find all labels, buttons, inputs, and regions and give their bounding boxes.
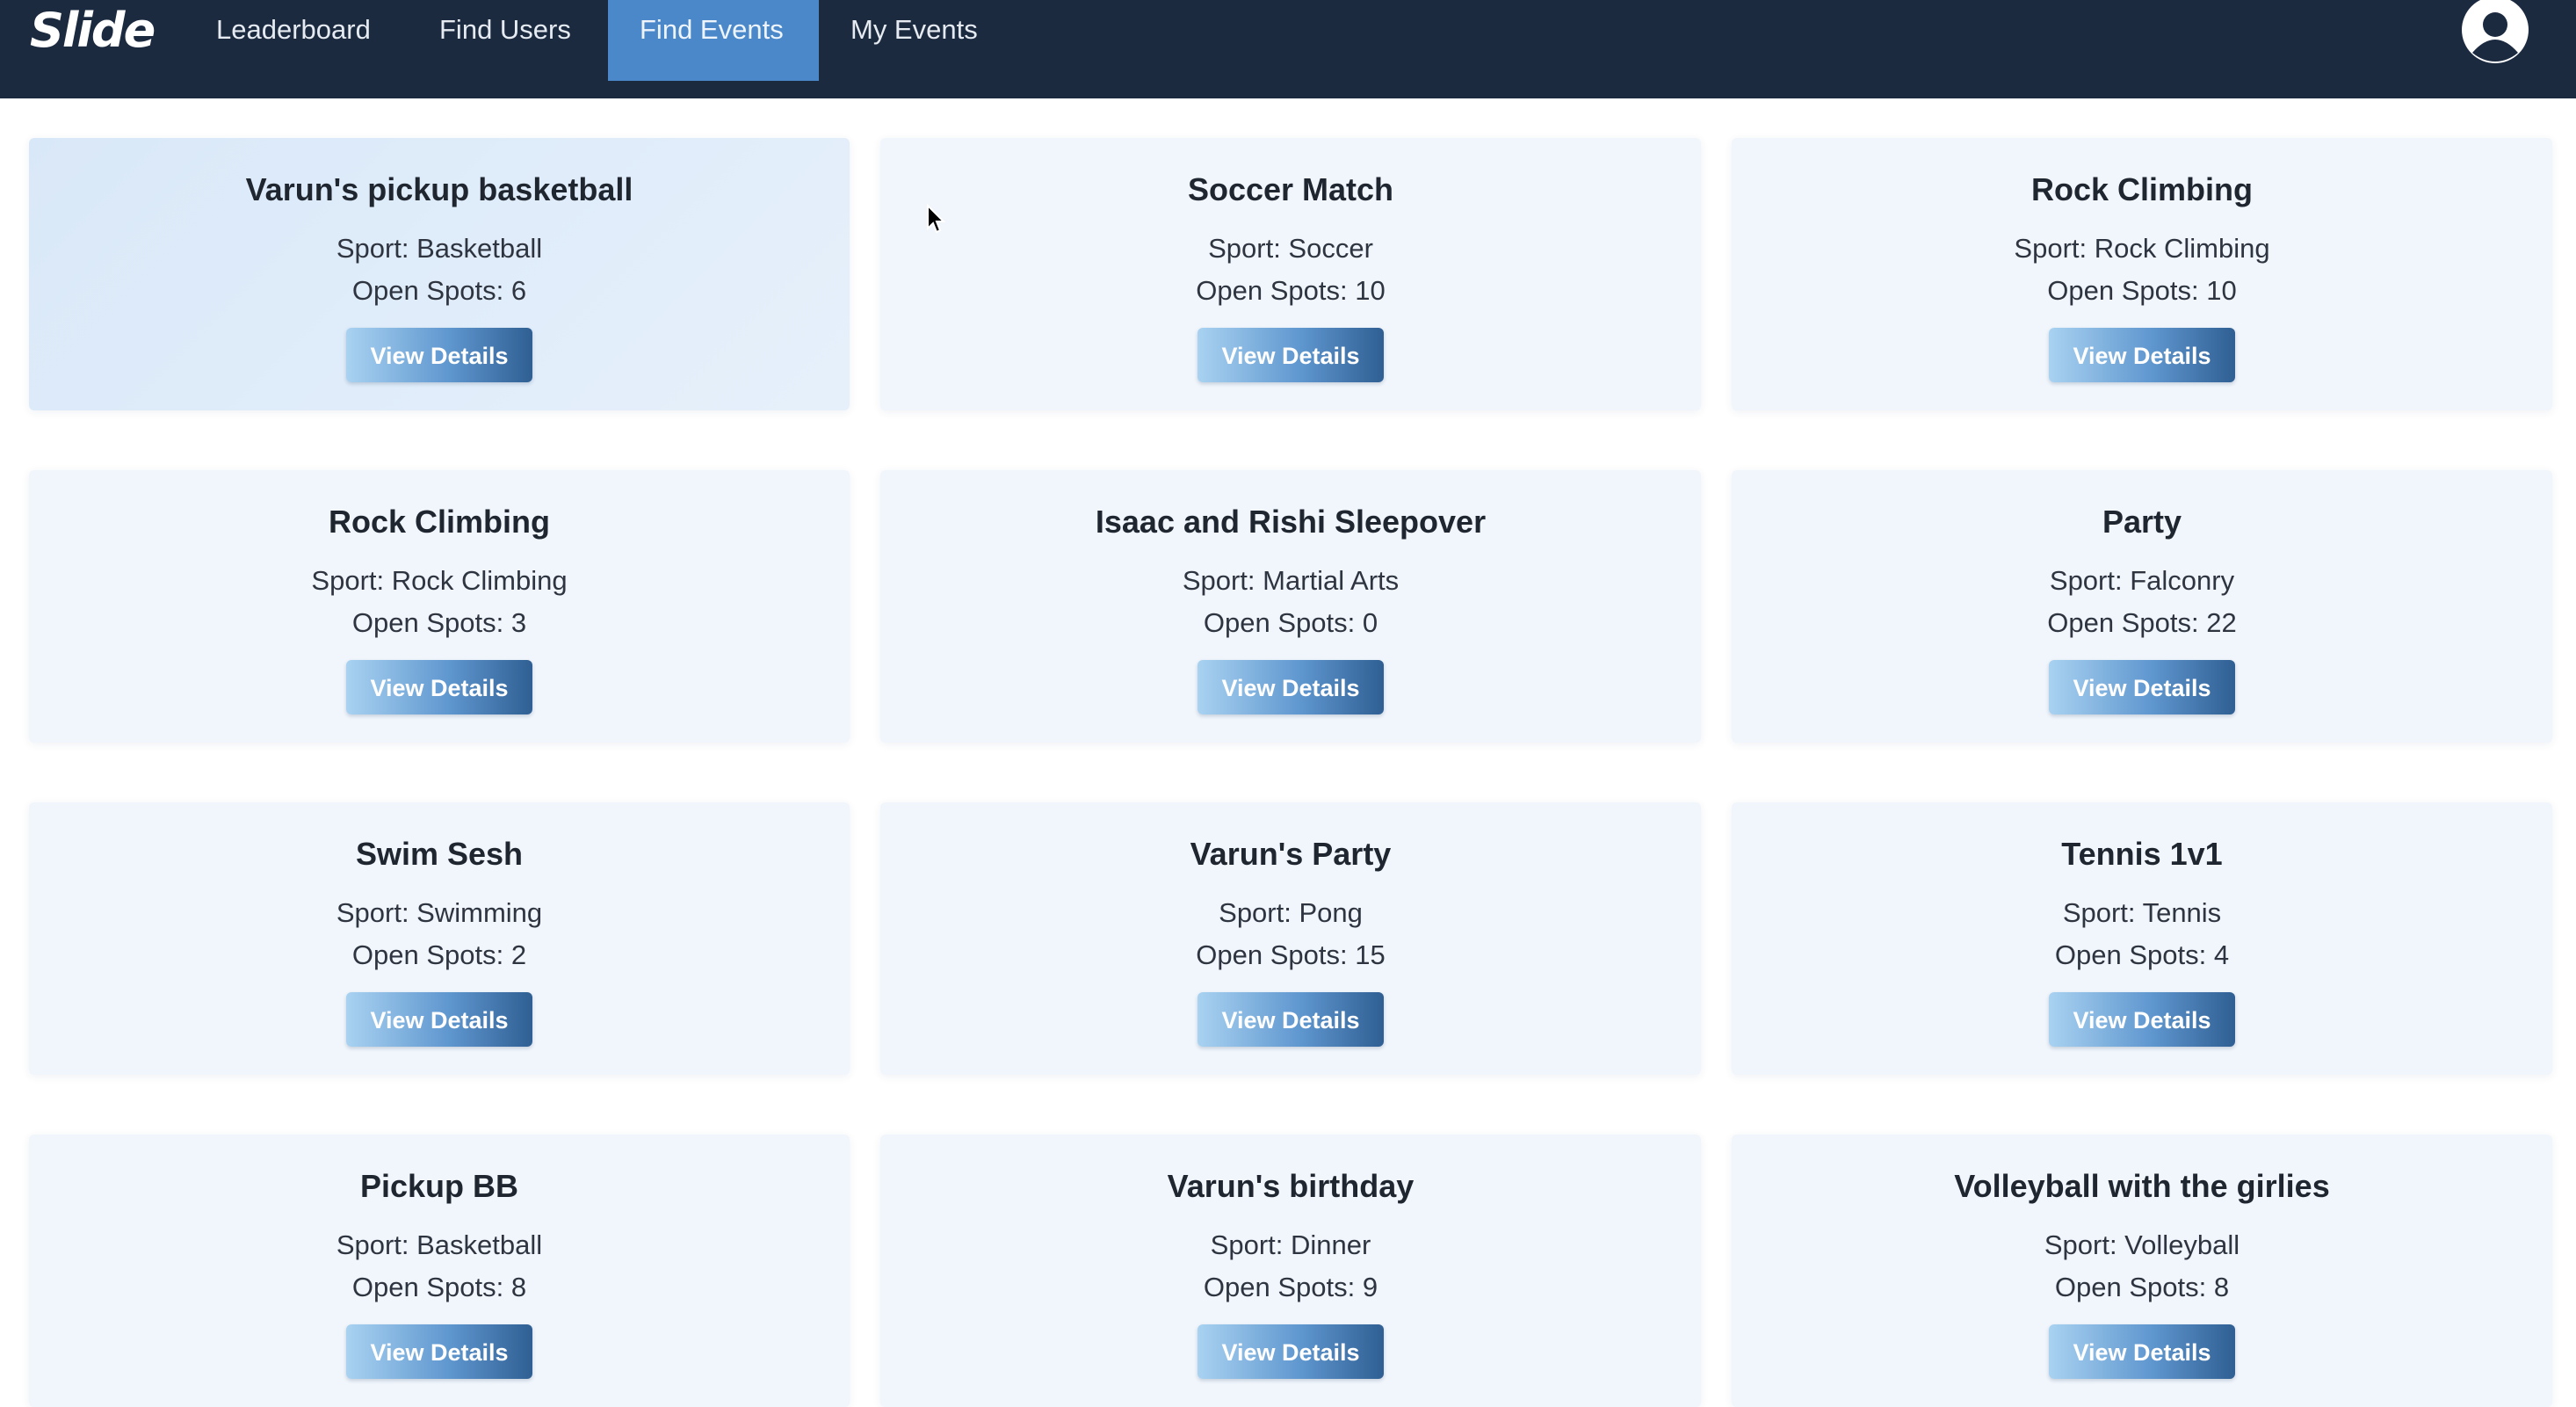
view-details-button[interactable]: View Details <box>1198 660 1384 714</box>
view-details-button[interactable]: View Details <box>346 660 532 714</box>
event-card: Isaac and Rishi Sleepover Sport: Martial… <box>880 470 1701 743</box>
view-details-button[interactable]: View Details <box>1198 992 1384 1047</box>
event-sport: Sport: Falconry <box>2049 565 2235 596</box>
view-details-button[interactable]: View Details <box>1198 328 1384 382</box>
event-open-spots: Open Spots: 3 <box>351 607 527 638</box>
event-card: Varun's Party Sport: Pong Open Spots: 15… <box>880 802 1701 1075</box>
event-title: Soccer Match <box>1187 171 1394 207</box>
event-sport: Sport: Pong <box>1219 897 1363 928</box>
event-title: Rock Climbing <box>2030 171 2254 207</box>
event-card: Tennis 1v1 Sport: Tennis Open Spots: 4 V… <box>1732 802 2552 1075</box>
nav-item-find-events[interactable]: Find Events <box>608 0 819 81</box>
event-open-spots: Open Spots: 10 <box>2047 275 2237 306</box>
event-open-spots: Open Spots: 9 <box>1203 1272 1378 1302</box>
view-details-button[interactable]: View Details <box>2049 660 2235 714</box>
event-open-spots: Open Spots: 10 <box>1196 275 1386 306</box>
profile-button[interactable] <box>2458 0 2532 65</box>
event-sport: Sport: Soccer <box>1208 233 1373 264</box>
event-sport: Sport: Rock Climbing <box>2014 233 2270 264</box>
event-open-spots: Open Spots: 8 <box>2054 1272 2230 1302</box>
event-card: Party Sport: Falconry Open Spots: 22 Vie… <box>1732 470 2552 743</box>
event-title: Isaac and Rishi Sleepover <box>1095 504 1487 540</box>
view-details-button[interactable]: View Details <box>346 1324 532 1379</box>
event-card: Swim Sesh Sport: Swimming Open Spots: 2 … <box>29 802 850 1075</box>
event-sport: Sport: Dinner <box>1210 1229 1371 1260</box>
event-title: Tennis 1v1 <box>2061 836 2223 872</box>
event-title: Varun's birthday <box>1167 1168 1415 1204</box>
nav-item-find-users[interactable]: Find Users <box>408 0 608 81</box>
view-details-button[interactable]: View Details <box>2049 1324 2235 1379</box>
event-open-spots: Open Spots: 8 <box>351 1272 527 1302</box>
event-sport: Sport: Volleyball <box>2044 1229 2240 1260</box>
event-open-spots: Open Spots: 15 <box>1196 939 1386 970</box>
event-title: Volleyball with the girlies <box>1954 1168 2330 1204</box>
view-details-button[interactable]: View Details <box>2049 992 2235 1047</box>
event-open-spots: Open Spots: 0 <box>1203 607 1378 638</box>
event-card: Rock Climbing Sport: Rock Climbing Open … <box>29 470 850 743</box>
event-card: Varun's birthday Sport: Dinner Open Spot… <box>880 1135 1701 1407</box>
event-open-spots: Open Spots: 22 <box>2047 607 2237 638</box>
view-details-button[interactable]: View Details <box>346 328 532 382</box>
nav-item-my-events[interactable]: My Events <box>819 0 1012 81</box>
event-title: Rock Climbing <box>328 504 551 540</box>
event-card: Volleyball with the girlies Sport: Volle… <box>1732 1135 2552 1407</box>
view-details-button[interactable]: View Details <box>346 992 532 1047</box>
user-avatar-icon <box>2462 0 2529 63</box>
event-sport: Sport: Rock Climbing <box>311 565 568 596</box>
event-open-spots: Open Spots: 2 <box>351 939 527 970</box>
view-details-button[interactable]: View Details <box>1198 1324 1384 1379</box>
mouse-cursor-icon <box>927 204 945 234</box>
app-logo[interactable]: Slide <box>30 4 156 58</box>
event-card: Rock Climbing Sport: Rock Climbing Open … <box>1732 138 2552 410</box>
event-title: Pickup BB <box>359 1168 519 1204</box>
event-title: Varun's pickup basketball <box>245 171 633 207</box>
event-card: Soccer Match Sport: Soccer Open Spots: 1… <box>880 138 1701 410</box>
event-sport: Sport: Martial Arts <box>1182 565 1400 596</box>
event-sport: Sport: Swimming <box>336 897 543 928</box>
event-open-spots: Open Spots: 6 <box>351 275 527 306</box>
event-sport: Sport: Basketball <box>336 233 543 264</box>
top-navbar: Slide Leaderboard Find Users Find Events… <box>0 0 2576 98</box>
event-title: Party <box>2102 504 2182 540</box>
view-details-button[interactable]: View Details <box>2049 328 2235 382</box>
nav-item-leaderboard[interactable]: Leaderboard <box>185 0 408 81</box>
event-title: Varun's Party <box>1190 836 1392 872</box>
event-sport: Sport: Basketball <box>336 1229 543 1260</box>
event-open-spots: Open Spots: 4 <box>2054 939 2230 970</box>
event-sport: Sport: Tennis <box>2062 897 2222 928</box>
event-card: Varun's pickup basketball Sport: Basketb… <box>29 138 850 410</box>
event-card: Pickup BB Sport: Basketball Open Spots: … <box>29 1135 850 1407</box>
event-title: Swim Sesh <box>355 836 524 872</box>
